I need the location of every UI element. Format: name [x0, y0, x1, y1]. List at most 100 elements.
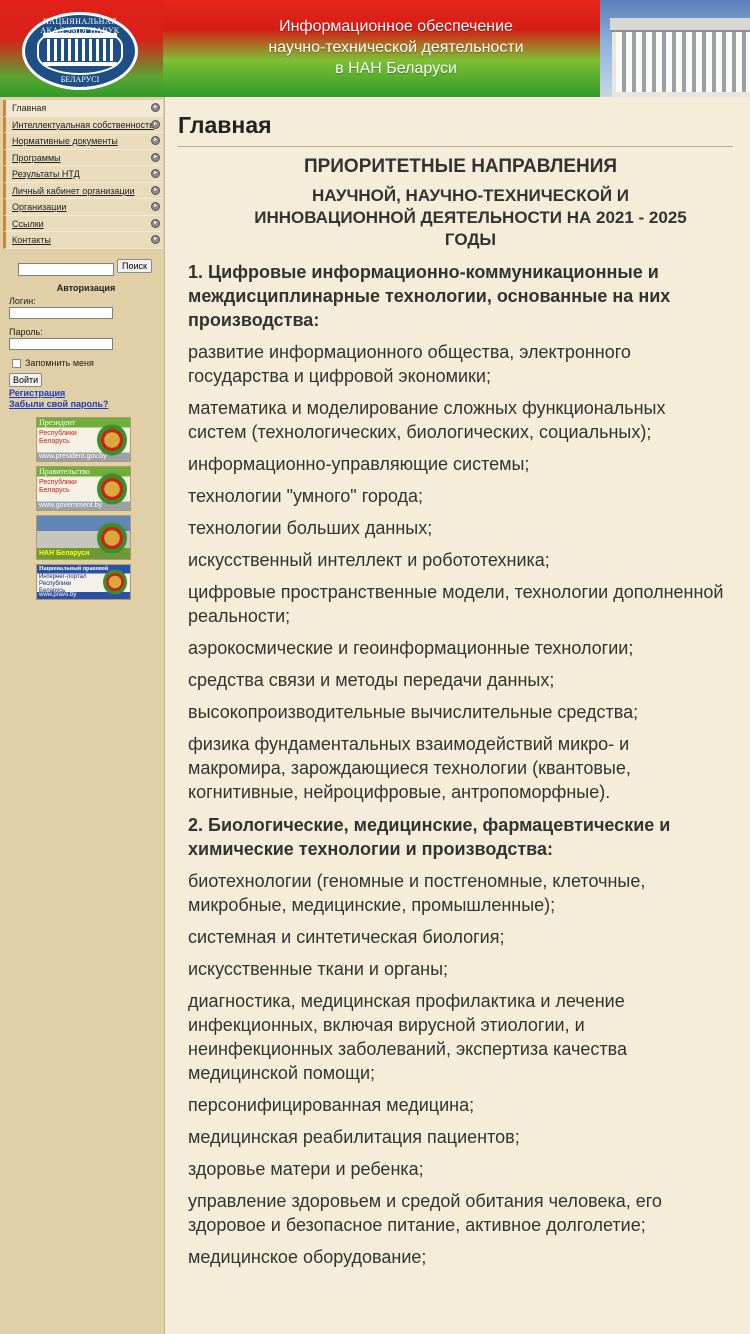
search-input[interactable] [18, 262, 114, 276]
list-item: системная и синтетическая биология; [188, 927, 505, 947]
list-item: медицинская реабилитация пациентов; [188, 1127, 520, 1147]
list-item: развитие информационного общества, элект… [188, 342, 631, 386]
list-item: биотехнологии (геномные и постгеномные, … [188, 871, 646, 915]
remember-me-checkbox[interactable] [12, 358, 21, 368]
list-item: цифровые пространственные модели, технол… [188, 582, 724, 626]
sidebar-item-label: Личный кабинет организации [12, 185, 135, 196]
president-banner[interactable]: Президент Республики Беларусь www.presid… [36, 417, 131, 462]
sidebar-menu: Главная ▸ Интеллектуальная собственность ▸… [3, 100, 163, 249]
chevron-right-icon: ▸ [151, 235, 160, 244]
section-title: 1. Цифровые информационно-коммуникационн… [188, 262, 671, 330]
list-item: математика и моделирование сложных функц… [188, 398, 666, 442]
logo-area: НАЦЫЯНАЛЬНАЯ АКАДЭМІЯ НАВУК БЕЛАРУСІ [0, 0, 163, 97]
sidebar: Главная ▸ Интеллектуальная собственность ▸… [0, 97, 165, 1334]
list-item: физика фундаментальных взаимодействий ми… [188, 734, 631, 802]
sidebar-item-label: Организации [12, 202, 67, 212]
list-item: медицинское оборудование; [188, 1247, 427, 1267]
chevron-right-icon: ▸ [151, 152, 160, 162]
sidebar-item-label: Нормативные документы [12, 136, 118, 146]
sidebar-item-organizations[interactable]: Организации ▸ [3, 199, 163, 216]
chevron-right-icon: ▸ [151, 136, 160, 145]
sidebar-item-intellectual-property[interactable]: Интеллектуальная собственность ▸ [3, 116, 163, 133]
list-item: диагностика, медицинская профилактика и … [188, 991, 628, 1083]
chevron-right-icon: ▸ [151, 202, 160, 211]
sidebar-item-programs[interactable]: Программы ▸ [3, 149, 163, 166]
list-item: искусственный интеллект и робототехника; [188, 550, 550, 570]
chevron-right-icon: ▸ [151, 185, 160, 195]
logo-text-bottom: БЕЛАРУСІ [60, 75, 100, 84]
list-item: персонифицированная медицина; [188, 1095, 475, 1115]
emblem-icon [97, 473, 127, 505]
sidebar-item-contacts[interactable]: Контакты ▸ [3, 232, 163, 249]
banner-subtitle: Республики Беларусь [39, 430, 77, 445]
building-columns [616, 32, 750, 92]
emblem-icon [97, 522, 127, 554]
login-label: Логин: [9, 296, 36, 306]
logo-roof [43, 33, 117, 38]
priorities-heading: ПРИОРИТЕТНЫЕ НАПРАВЛЕНИЯ [303, 156, 618, 177]
site-title-line3: в НАН Беларуси [335, 60, 457, 77]
nan-banner[interactable]: НАН Беларуси [36, 515, 131, 560]
banner-url: www.pravo.by [39, 592, 77, 598]
banner-title: НАН Беларуси [39, 550, 90, 557]
search-form: Поиск [18, 259, 152, 277]
site-title-line2: научно-технической деятельности [268, 39, 524, 56]
priorities-subheading: НАУЧНОЙ, НАУЧНО-ТЕХНИЧЕСКОЙ И ИННОВАЦИОН… [254, 186, 687, 249]
sidebar-item-results[interactable]: Результаты НТД ▸ [3, 166, 163, 183]
chevron-right-icon: ▸ [151, 218, 160, 228]
sidebar-item-label: Интеллектуальная собственность [12, 119, 154, 130]
main-content: Главная ПРИОРИТЕТНЫЕ НАПРАВЛЕНИЯ НАУЧНОЙ… [178, 97, 733, 1269]
government-banner[interactable]: Правительство Республики Беларусь www.go… [36, 466, 131, 511]
sidebar-item-label: Результаты НТД [12, 169, 80, 179]
banner-title: Президент [39, 418, 76, 427]
sidebar-item-org-cabinet[interactable]: Личный кабинет организации ▸ [3, 182, 163, 199]
list-item: управление здоровьем и средой обитания ч… [188, 1191, 662, 1235]
sidebar-item-label: Программы [12, 152, 61, 163]
sidebar-item-label: Контакты [12, 235, 51, 245]
sidebar-item-label: Ссылки [12, 218, 44, 229]
logo-base [43, 62, 117, 66]
site-header: НАЦЫЯНАЛЬНАЯ АКАДЭМІЯ НАВУК БЕЛАРУСІ Инф… [0, 0, 750, 97]
logo-columns [47, 39, 113, 61]
password-label: Пароль: [9, 327, 43, 337]
sidebar-item-regulations[interactable]: Нормативные документы ▸ [3, 133, 163, 150]
priorities-list: 1. Цифровые информационно-коммуникационн… [188, 260, 728, 1269]
chevron-right-icon: ▸ [151, 169, 160, 178]
login-field[interactable] [9, 307, 113, 319]
building-roof [610, 18, 750, 32]
sidebar-item-label: Главная [12, 103, 47, 113]
sidebar-item-links[interactable]: Ссылки ▸ [3, 215, 163, 232]
banner-title: Национальный правовой [39, 566, 109, 572]
page-title: Главная [178, 112, 733, 147]
site-title-line1: Информационное обеспечение [279, 18, 513, 35]
banner-url: www.president.gov.by [39, 453, 107, 460]
banner-list: Президент Республики Беларусь www.presid… [36, 417, 131, 604]
register-link[interactable]: Регистрация [9, 388, 159, 398]
pravo-banner[interactable]: Национальный правовой Интернет-портал Ре… [36, 564, 131, 600]
search-button[interactable]: Поиск [117, 259, 152, 273]
banner-subtitle: Республики Беларусь [39, 479, 77, 494]
login-button[interactable]: Войти [9, 373, 43, 387]
academy-logo[interactable]: НАЦЫЯНАЛЬНАЯ АКАДЭМІЯ НАВУК БЕЛАРУСІ [22, 12, 138, 90]
list-item: информационно-управляющие системы; [188, 454, 530, 474]
auth-form: Авторизация Логин: Пароль: Запомнить мен… [9, 283, 159, 409]
list-item: средства связи и методы передачи данных; [188, 670, 555, 690]
section-title: 2. Биологические, медицинские, фармацевт… [188, 815, 671, 859]
list-item: высокопроизводительные вычислительные ср… [188, 702, 639, 722]
list-item: технологии больших данных; [188, 518, 433, 538]
emblem-icon [97, 424, 127, 456]
password-field[interactable] [9, 338, 113, 350]
academy-building-image [600, 0, 750, 97]
remember-me-label: Запомнить меня [25, 358, 94, 368]
chevron-right-icon: ▸ [151, 103, 160, 112]
forgot-password-link[interactable]: Забыли свой пароль? [9, 399, 159, 409]
banner-url: www.government.by [39, 502, 103, 509]
list-item: здоровье матери и ребенка; [188, 1159, 424, 1179]
sidebar-item-home[interactable]: Главная ▸ [3, 100, 163, 117]
banner-title: Правительство [39, 467, 90, 476]
list-item: технологии "умного" города; [188, 486, 424, 506]
list-item: аэрокосмические и геоинформационные техн… [188, 638, 634, 658]
list-item: искусственные ткани и органы; [188, 959, 449, 979]
emblem-icon [103, 569, 127, 595]
remember-me-row: Запомнить меня [9, 358, 159, 368]
